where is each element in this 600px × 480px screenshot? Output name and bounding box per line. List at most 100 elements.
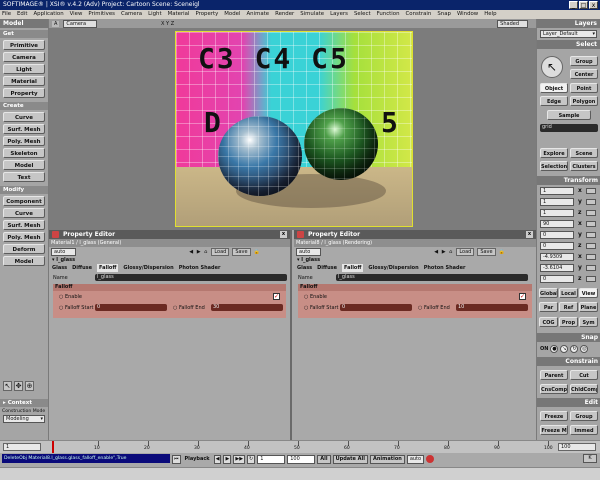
ref-button[interactable]: Ref <box>559 302 578 312</box>
snap-grid-icon[interactable]: ↻ <box>570 344 579 353</box>
timeline-end[interactable]: 100 <box>558 443 596 451</box>
create-model-button[interactable]: Model <box>3 160 45 170</box>
transform-value-field[interactable]: 0 <box>540 242 574 250</box>
editor1-name-field[interactable]: l_glass <box>95 274 287 281</box>
get-property-button[interactable]: Property <box>3 88 45 98</box>
editor2-save-button[interactable]: Save <box>477 248 496 256</box>
editor2-lock-icon[interactable]: 🔒 <box>499 249 505 255</box>
editor1-close-icon[interactable]: x <box>280 231 287 238</box>
point-button[interactable]: Point <box>570 83 598 93</box>
editor1-tab-glossy[interactable]: Glossy/Dispersion <box>123 264 173 272</box>
cnscomp-button[interactable]: CnsComp <box>540 384 568 394</box>
all-button[interactable]: All <box>317 454 331 464</box>
modify-component-button[interactable]: Component <box>3 196 45 206</box>
get-material-button[interactable]: Material <box>3 76 45 86</box>
layer-select[interactable]: Layer_Default ▾ <box>540 30 597 38</box>
menu-select[interactable]: Select <box>354 10 371 19</box>
current-frame-field[interactable]: 1 <box>257 454 286 464</box>
playback-rewind-icon[interactable]: ⏮ <box>172 454 181 464</box>
menu-view[interactable]: View <box>70 10 83 19</box>
modify-model-button[interactable]: Model <box>3 256 45 266</box>
modify-curve-button[interactable]: Curve <box>3 208 45 218</box>
editor1-tab-falloff[interactable]: Falloff <box>97 264 119 272</box>
transform-value-field[interactable]: 0 <box>540 231 574 239</box>
editor2-tab-glossy[interactable]: Glossy/Dispersion <box>368 264 418 272</box>
selection-search-input[interactable]: grid <box>540 124 598 132</box>
axis-toggle-icon[interactable] <box>586 265 596 271</box>
editor1-nav-icons[interactable]: ◀ ▶ ⌂ <box>189 249 208 255</box>
scene-button[interactable]: Scene <box>570 148 598 158</box>
menu-help[interactable]: Help <box>484 10 496 19</box>
axis-toggle-icon[interactable] <box>586 254 596 260</box>
menu-animate[interactable]: Animate <box>246 10 269 19</box>
editor2-auto-select[interactable]: auto <box>296 248 322 256</box>
transform-value-field[interactable]: 90 <box>540 220 574 228</box>
timeline-start[interactable]: 1 <box>3 443 41 451</box>
editor2-enable-checkbox[interactable]: ✓ <box>519 293 526 300</box>
plane-button[interactable]: Plane <box>579 302 598 312</box>
editor2-tab-falloff[interactable]: Falloff <box>342 264 364 272</box>
play-icon[interactable]: ▶ <box>223 454 232 464</box>
menu-layers[interactable]: Layers <box>330 10 348 19</box>
menu-constrain[interactable]: Constrain <box>406 10 432 19</box>
menu-simulate[interactable]: Simulate <box>300 10 324 19</box>
par-button[interactable]: Par <box>539 302 558 312</box>
editor1-tab-photon[interactable]: Photon Shader <box>179 264 221 272</box>
editor1-start-field[interactable]: 0 <box>95 304 167 311</box>
menu-window[interactable]: Window <box>457 10 478 19</box>
create-curve-button[interactable]: Curve <box>3 112 45 122</box>
menu-material[interactable]: Material <box>168 10 190 19</box>
timeline[interactable]: 1 10 20 30 40 50 60 70 80 90 100 100 <box>0 440 600 454</box>
prev-frame-icon[interactable]: ◀ <box>213 454 222 464</box>
cog-button[interactable]: COG <box>539 317 558 327</box>
group-button[interactable]: Group <box>570 56 598 66</box>
freeze-button[interactable]: Freeze <box>540 411 568 421</box>
object-button[interactable]: Object <box>540 83 568 93</box>
immed-button[interactable]: Immed <box>570 425 598 435</box>
viewport[interactable]: A Camera X Y Z Shaded C3 C4 C5 D 5 <box>49 19 536 230</box>
explore-button[interactable]: Explore <box>540 148 568 158</box>
update-all-button[interactable]: Update All <box>332 454 368 464</box>
get-primitive-button[interactable]: Primitive <box>3 40 45 50</box>
menu-camera[interactable]: Camera <box>121 10 142 19</box>
edit-group-button[interactable]: Group <box>570 411 598 421</box>
transform-value-field[interactable]: 1 <box>540 187 574 195</box>
editor2-tab-photon[interactable]: Photon Shader <box>424 264 466 272</box>
editor1-auto-select[interactable]: auto <box>51 248 77 256</box>
axis-toggle-icon[interactable] <box>586 232 596 238</box>
axis-toggle-icon[interactable] <box>586 243 596 249</box>
view-button[interactable]: View <box>579 288 598 298</box>
sample-button[interactable]: Sample <box>547 110 591 120</box>
editor2-nav-icons[interactable]: ◀ ▶ ⌂ <box>434 249 453 255</box>
next-frame-icon[interactable]: ▶▶ <box>233 454 246 464</box>
menu-snap[interactable]: Snap <box>437 10 451 19</box>
global-button[interactable]: Global <box>539 288 558 298</box>
center-button[interactable]: Center <box>570 69 598 79</box>
editor1-enable-checkbox[interactable]: ✓ <box>273 293 280 300</box>
editor2-tab-glass[interactable]: Glass <box>297 264 312 272</box>
menu-property[interactable]: Property <box>195 10 218 19</box>
transform-value-field[interactable]: 1 <box>540 198 574 206</box>
snap-point-icon[interactable]: ● <box>550 344 559 353</box>
maximize-button[interactable]: □ <box>579 1 588 9</box>
menu-edit[interactable]: Edit <box>17 10 27 19</box>
axis-toggle-icon[interactable] <box>586 188 596 194</box>
edge-button[interactable]: Edge <box>540 96 568 106</box>
menu-application[interactable]: Application <box>33 10 63 19</box>
key-icon[interactable] <box>426 455 435 463</box>
create-text-button[interactable]: Text <box>3 172 45 182</box>
prop-button[interactable]: Prop <box>559 317 578 327</box>
auto-key-toggle[interactable]: auto <box>406 454 425 464</box>
close-button[interactable]: x <box>589 1 598 9</box>
axis-toggle-icon[interactable] <box>586 221 596 227</box>
move-tool-icon[interactable]: ✥ <box>14 381 23 391</box>
modify-deform-button[interactable]: Deform <box>3 244 45 254</box>
snap-options-icon[interactable]: ◎ <box>580 344 589 353</box>
editor2-end-field[interactable]: 10 <box>456 304 528 311</box>
key-k-button[interactable]: K <box>583 454 597 463</box>
axis-toggle-icon[interactable] <box>586 210 596 216</box>
animation-button[interactable]: Animation <box>369 454 405 464</box>
menu-primitives[interactable]: Primitives <box>88 10 115 19</box>
editor2-tab-diffuse[interactable]: Diffuse <box>317 264 337 272</box>
editor1-tab-diffuse[interactable]: Diffuse <box>72 264 92 272</box>
